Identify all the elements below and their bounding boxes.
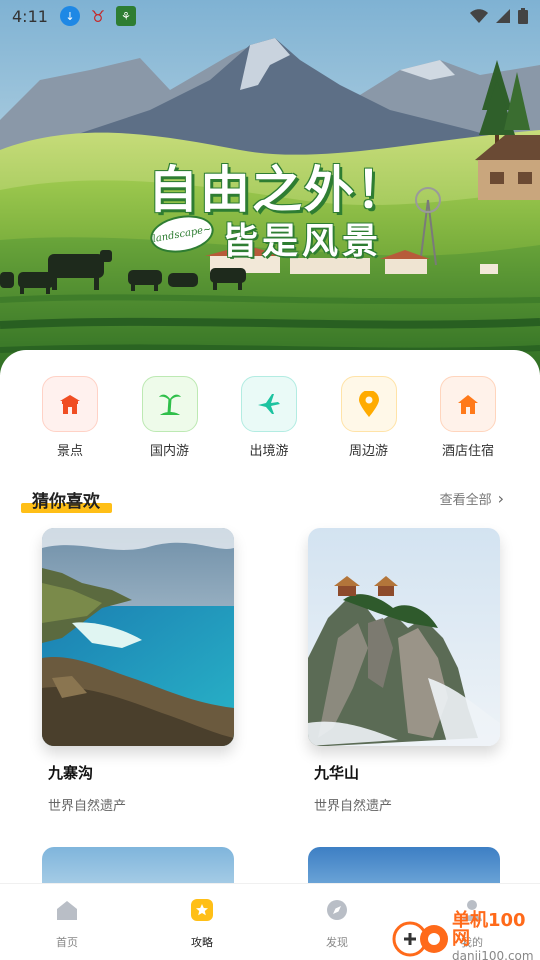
nav-label: 发现 bbox=[326, 936, 348, 949]
attraction-desc: 世界自然遗产 bbox=[314, 799, 393, 814]
nav-discover[interactable]: 发现 bbox=[307, 898, 367, 950]
home-icon bbox=[55, 898, 79, 922]
section-title: 猜你喜欢 bbox=[32, 492, 100, 512]
location-pin-icon bbox=[340, 376, 397, 432]
recommend-card-partial[interactable] bbox=[42, 847, 234, 883]
nav-label: 攻略 bbox=[191, 936, 213, 949]
recommend-card[interactable]: 九寨沟 世界自然遗产 bbox=[42, 528, 234, 814]
temple-icon bbox=[42, 376, 98, 432]
wifi-icon bbox=[470, 9, 488, 23]
banner-title-line2: 皆是风景 bbox=[222, 221, 383, 262]
compass-icon bbox=[325, 898, 349, 922]
category-domestic[interactable]: 国内游 bbox=[141, 376, 198, 459]
category-label: 国内游 bbox=[149, 443, 189, 458]
view-all-label: 查看全部 bbox=[439, 493, 492, 508]
nav-home[interactable]: 首页 bbox=[37, 898, 97, 950]
recommend-header: 猜你喜欢 查看全部 › bbox=[0, 487, 540, 517]
category-nearby[interactable]: 周边游 bbox=[340, 376, 397, 459]
signal-icon bbox=[496, 9, 510, 23]
watermark-logo bbox=[390, 917, 448, 957]
house-icon bbox=[440, 376, 496, 432]
attraction-name: 九寨沟 bbox=[48, 764, 94, 782]
status-indicators bbox=[470, 8, 528, 24]
category-label: 酒店住宿 bbox=[441, 443, 494, 458]
status-time: 4:11 bbox=[12, 6, 48, 26]
watermark-url: danji100.com bbox=[452, 949, 534, 960]
recommend-card[interactable]: 九华山 世界自然遗产 bbox=[308, 528, 500, 814]
attraction-name: 九华山 bbox=[314, 764, 360, 782]
attraction-photo bbox=[42, 528, 234, 746]
download-notification-icon: ↓ bbox=[59, 6, 80, 26]
bull-app-notification-icon: ♉ bbox=[90, 6, 106, 26]
status-bar: 4:11 ↓ ♉ ⚘ bbox=[0, 0, 540, 32]
battery-icon bbox=[518, 8, 528, 24]
category-attractions[interactable]: 景点 bbox=[42, 376, 98, 459]
nav-label: 首页 bbox=[56, 936, 78, 949]
nav-guide[interactable]: 攻略 bbox=[172, 898, 232, 950]
site-watermark: 单机100网 danji100.com bbox=[390, 912, 540, 960]
category-outbound[interactable]: 出境游 bbox=[241, 376, 297, 459]
main-content: 景点 国内游 出境游 周边游 酒店住宿 猜你喜欢 查看全部 › 九寨沟 世界自然… bbox=[0, 350, 540, 883]
hero-banner[interactable]: 自由之外！ landscape~ 皆是风景 bbox=[0, 0, 540, 375]
attraction-desc: 世界自然遗产 bbox=[48, 799, 127, 814]
chevron-right-icon: › bbox=[497, 489, 504, 508]
palm-tree-icon bbox=[141, 376, 198, 432]
category-label: 周边游 bbox=[348, 443, 388, 458]
app-notification-icon: ⚘ bbox=[115, 6, 136, 26]
star-badge-icon bbox=[190, 898, 214, 922]
category-label: 出境游 bbox=[249, 443, 289, 458]
watermark-text: 单机100网 bbox=[452, 910, 526, 949]
recommend-card-partial[interactable] bbox=[308, 847, 500, 883]
category-grid: 景点 国内游 出境游 周边游 酒店住宿 bbox=[0, 350, 540, 459]
attraction-photo bbox=[308, 528, 500, 746]
category-hotel[interactable]: 酒店住宿 bbox=[440, 376, 496, 459]
airplane-icon bbox=[241, 376, 297, 432]
category-label: 景点 bbox=[56, 443, 83, 458]
view-all-link[interactable]: 查看全部 › bbox=[440, 489, 504, 508]
